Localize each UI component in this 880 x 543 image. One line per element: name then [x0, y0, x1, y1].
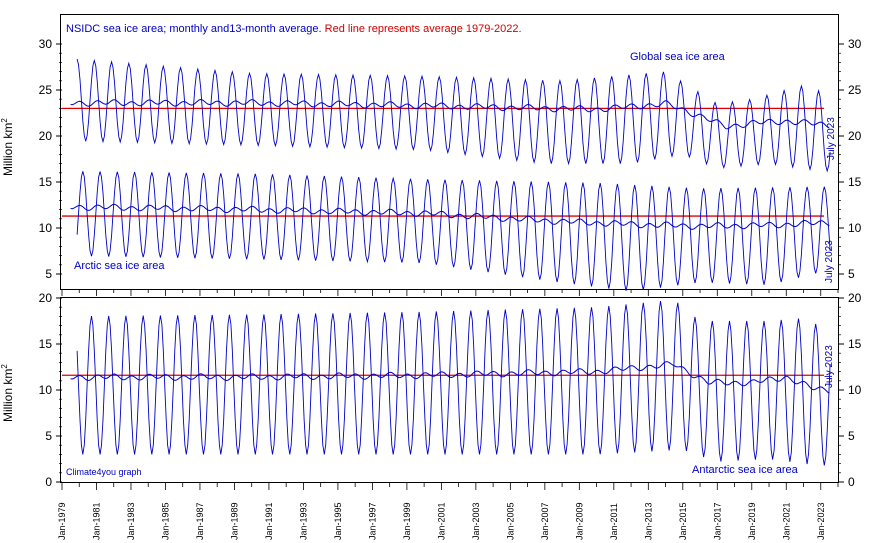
lower-ytick-label-left: 10 [39, 383, 53, 397]
xtick-label: Jan-1999 [402, 502, 412, 540]
antarctic-end-label: July 2023 [824, 345, 835, 388]
global-end-label: July 2023 [826, 117, 837, 160]
xtick-label: Jan-1991 [264, 502, 274, 540]
lower-y-axis-title-sup: 2 [0, 364, 9, 369]
xtick-label: Jan-2003 [471, 502, 481, 540]
upper-y-axis-title: Million km2 [0, 118, 15, 176]
upper-y-axis-title-base: Million km [1, 123, 15, 176]
x-axis: Jan-1979 Jan-1981 Jan-1983 Jan-1985 Jan-1987… [57, 290, 839, 540]
title-part-2: Red line represents average 1979-2022. [325, 23, 522, 35]
upper-y-axis-title-sup: 2 [0, 118, 9, 123]
xtick-label: Jan-2011 [609, 503, 619, 540]
lower-y-axis-title-base: Million km [1, 369, 15, 422]
antarctic-series-label: Antarctic sea ice area [692, 464, 799, 476]
lower-ytick-label-left: 20 [39, 291, 53, 305]
upper-ytick-label-right: 25 [848, 83, 862, 97]
xtick-label: Jan-1993 [298, 502, 308, 540]
upper-ytick-label-right: 30 [848, 37, 862, 51]
xtick-label: Jan-1985 [160, 502, 170, 540]
upper-ytick-label-left: 5 [45, 267, 52, 281]
xtick-label: Jan-2015 [678, 502, 688, 540]
lower-y-axis-title: Million km2 [0, 364, 15, 422]
upper-ytick-label-left: 20 [39, 129, 53, 143]
lower-ytick-label-right: 15 [848, 337, 862, 351]
upper-ytick-label-right: 10 [848, 221, 862, 235]
xtick-label: Jan-2019 [747, 502, 757, 540]
xtick-label: Jan-1979 [57, 502, 67, 540]
arctic-end-label: July 2023 [824, 240, 835, 283]
xtick-label: Jan-2013 [643, 502, 653, 540]
xtick-label: Jan-2021 [781, 502, 791, 540]
xtick-label: Jan-1995 [333, 502, 343, 540]
xtick-label: Jan-1997 [367, 502, 377, 540]
arctic-monthly-line [76, 171, 831, 291]
title-part-1: NSIDC sea ice area; monthly and13-month … [66, 23, 325, 35]
upper-ytick-label-right: 20 [848, 129, 862, 143]
upper-ytick-label-left: 25 [39, 83, 53, 97]
xtick-label: Jan-1987 [195, 502, 205, 540]
upper-y-axis: 5 5 10 10 15 15 20 20 25 25 30 30 [39, 37, 862, 281]
lower-ytick-label-left: 15 [39, 337, 53, 351]
xtick-label: Jan-2005 [505, 502, 515, 540]
sea-ice-chart: 5 510 1015 1520 2025 2530 30 0 05 510 1015 1520 20 … [0, 14, 862, 540]
chart-title: NSIDC sea ice area; monthly and13-month … [66, 23, 522, 35]
lower-ytick-label-right: 0 [848, 475, 855, 489]
upper-ytick-label-left: 10 [39, 221, 53, 235]
upper-ytick-label-left: 15 [39, 175, 53, 189]
xtick-label: Jan-2009 [574, 502, 584, 540]
xtick-label: Jan-1983 [126, 502, 136, 540]
arctic-13-month-average-line [70, 203, 830, 230]
xtick-label: Jan-2007 [540, 502, 550, 540]
global-monthly-line [76, 58, 831, 173]
xtick-label: Jan-1989 [229, 502, 239, 540]
upper-ytick-label-left: 30 [39, 37, 53, 51]
xtick-label: Jan-2023 [816, 502, 826, 540]
lower-ytick-label-left: 5 [45, 429, 52, 443]
antarctic-monthly-line [76, 301, 831, 466]
xtick-label: Jan-1981 [91, 502, 101, 540]
lower-ytick-label-right: 10 [848, 383, 862, 397]
lower-ytick-label-right: 20 [848, 291, 862, 305]
lower-ytick-label-right: 5 [848, 429, 855, 443]
upper-ytick-label-right: 15 [848, 175, 862, 189]
xtick-label: Jan-2001 [436, 502, 446, 540]
upper-ytick-label-right: 5 [848, 267, 855, 281]
global-series-label: Global sea ice area [630, 51, 726, 63]
lower-ytick-label-left: 0 [45, 475, 52, 489]
credit-label: Climate4you graph [66, 467, 142, 477]
xtick-label: Jan-2017 [712, 502, 722, 540]
arctic-series-label: Arctic sea ice area [74, 260, 165, 272]
